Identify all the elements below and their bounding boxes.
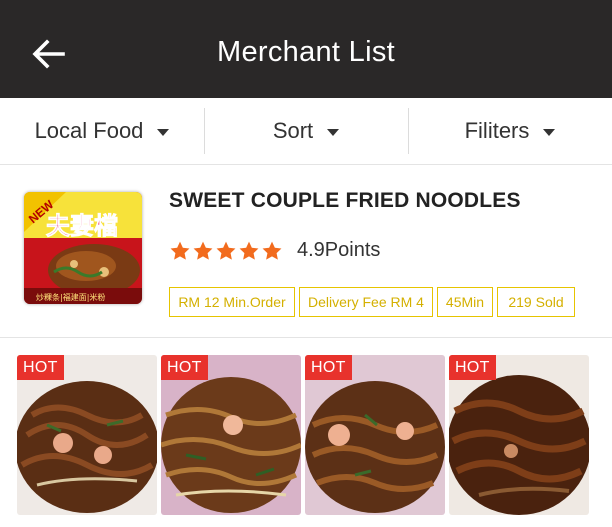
star-icon — [216, 241, 236, 260]
filter-bar: Local Food Sort Filiters — [0, 98, 612, 165]
hot-badge: HOT — [161, 355, 208, 380]
star-icon — [170, 241, 190, 260]
filter-label: Sort — [272, 118, 314, 143]
caret-down-icon — [327, 128, 340, 136]
caret-down-icon — [157, 128, 170, 136]
tag-delivery-time: 45Min — [437, 287, 493, 317]
filter-sort[interactable]: Sort — [204, 98, 408, 164]
filter-label: Filiters — [464, 118, 530, 143]
logo-text: 夫妻檔 — [46, 212, 118, 240]
star-icon — [239, 241, 259, 260]
rating-row: 4.9Points — [169, 239, 380, 262]
arrow-left-icon — [32, 39, 65, 69]
caret-down-icon — [543, 128, 556, 136]
hot-badge: HOT — [449, 355, 496, 380]
dish-image[interactable]: HOT — [161, 355, 301, 515]
filter-filters[interactable]: Filiters — [408, 98, 612, 164]
merchant-logo: NEW 夫妻檔 炒粿条|福建面|米粉 — [24, 192, 142, 304]
filter-label: Local Food — [34, 118, 144, 143]
star-icon — [262, 241, 282, 260]
app-header: Merchant List — [0, 6, 612, 98]
hot-badge: HOT — [17, 355, 64, 380]
back-button[interactable] — [26, 32, 70, 76]
tag-delivery-fee: Delivery Fee RM 4 — [299, 287, 433, 317]
star-rating — [169, 240, 284, 262]
dish-gallery: HOT HOT HOT HOT — [17, 355, 597, 515]
merchant-tags: RM 12 Min.Order Delivery Fee RM 4 45Min … — [169, 287, 579, 317]
dish-image[interactable]: HOT — [305, 355, 445, 515]
dish-image[interactable]: HOT — [17, 355, 157, 515]
logo-subtext: 炒粿条|福建面|米粉 — [36, 292, 105, 302]
rating-points: 4.9Points — [297, 239, 381, 261]
tag-min-order: RM 12 Min.Order — [169, 287, 295, 317]
merchant-name: SWEET COUPLE FRIED NOODLES — [169, 189, 521, 212]
hot-badge: HOT — [305, 355, 352, 380]
page-title: Merchant List — [217, 35, 395, 68]
star-icon — [193, 241, 213, 260]
merchant-card[interactable]: NEW 夫妻檔 炒粿条|福建面|米粉 SWEET COUPLE FRIED NO… — [0, 165, 612, 338]
tag-sold-count: 219 Sold — [497, 287, 575, 317]
dish-image[interactable]: HOT — [449, 355, 589, 515]
filter-local-food[interactable]: Local Food — [0, 98, 204, 164]
